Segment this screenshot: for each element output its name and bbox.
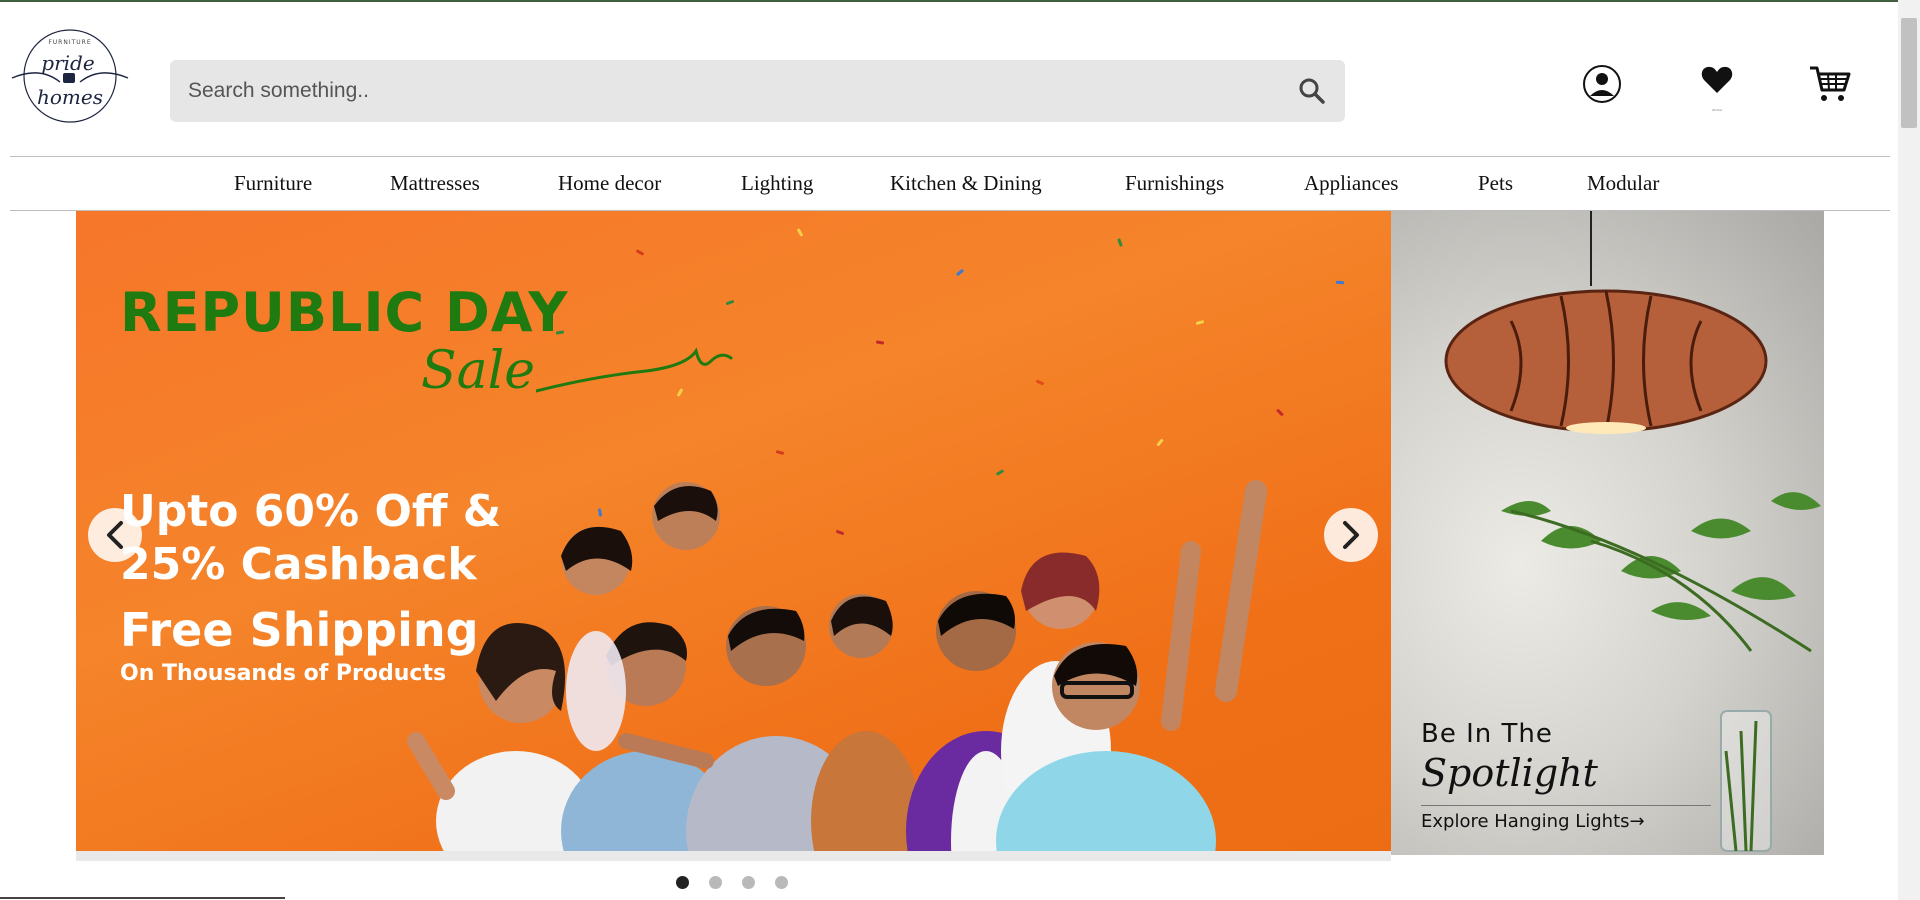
side-promo-banner[interactable]: Be In The Spotlight Explore Hanging Ligh…	[1391, 211, 1824, 855]
hero-offer-line-4: On Thousands of Products	[120, 661, 447, 686]
search-input[interactable]	[188, 60, 1268, 122]
cart-icon[interactable]	[1808, 64, 1852, 112]
nav-item-home-decor[interactable]: Home decor	[558, 171, 661, 196]
user-icon[interactable]: .	[1582, 64, 1622, 112]
nav-item-furniture[interactable]: Furniture	[234, 171, 312, 196]
hero-title: REPUBLIC DAY	[120, 281, 569, 344]
site-header: FURNITURE pride homes . Wishlist	[0, 2, 1920, 156]
explore-hanging-lights-link[interactable]: Explore Hanging Lights→	[1421, 811, 1645, 832]
side-banner-line-2: Spotlight	[1421, 751, 1598, 795]
scrollbar-thumb[interactable]	[1901, 18, 1917, 128]
glass-vase-image	[1720, 710, 1772, 852]
search-bar	[170, 60, 1345, 122]
heart-icon[interactable]: Wishlist	[1700, 64, 1734, 112]
carousel-dot-1[interactable]	[676, 876, 689, 889]
wishlist-label: Wishlist	[1711, 108, 1723, 112]
nav-item-appliances[interactable]: Appliances	[1304, 171, 1398, 196]
carousel-dots	[676, 876, 796, 890]
svg-text:homes: homes	[37, 85, 103, 109]
main-nav: Furniture Mattresses Home decor Lighting…	[10, 156, 1890, 211]
svg-text:pride: pride	[41, 51, 94, 75]
nav-item-pets[interactable]: Pets	[1478, 171, 1513, 196]
side-banner-line-1: Be In The	[1421, 719, 1553, 749]
nav-item-kitchen-dining[interactable]: Kitchen & Dining	[890, 171, 1042, 196]
hanging-lamp-image	[1444, 211, 1821, 653]
carousel-dot-2[interactable]	[709, 876, 722, 889]
hero-banner-bottom-strip	[76, 851, 1391, 861]
hero-banner[interactable]: REPUBLIC DAY Sale Upto 60% Off & 25% Cas…	[76, 211, 1391, 851]
hero-script-flourish	[536, 347, 733, 393]
nav-item-mattresses[interactable]: Mattresses	[390, 171, 480, 196]
page-scrollbar[interactable]	[1898, 0, 1920, 900]
search-icon[interactable]	[1297, 76, 1327, 106]
carousel-dot-4[interactable]	[775, 876, 788, 889]
bottom-edge-line	[0, 897, 285, 899]
hero-script-title: Sale	[421, 341, 536, 401]
nav-item-furnishings[interactable]: Furnishings	[1125, 171, 1224, 196]
side-banner-divider	[1421, 805, 1711, 806]
carousel-dot-3[interactable]	[742, 876, 755, 889]
svg-text:FURNITURE: FURNITURE	[48, 39, 91, 46]
nav-item-lighting[interactable]: Lighting	[741, 171, 813, 196]
chevron-right-icon[interactable]	[1324, 508, 1378, 562]
hero-people-image	[407, 480, 1267, 851]
nav-item-modular[interactable]: Modular	[1587, 171, 1659, 196]
brand-logo[interactable]: FURNITURE pride homes	[10, 26, 130, 126]
chevron-left-icon[interactable]	[88, 508, 142, 562]
user-label: .	[1601, 108, 1603, 112]
logo-emblem: FURNITURE pride homes	[11, 29, 129, 123]
